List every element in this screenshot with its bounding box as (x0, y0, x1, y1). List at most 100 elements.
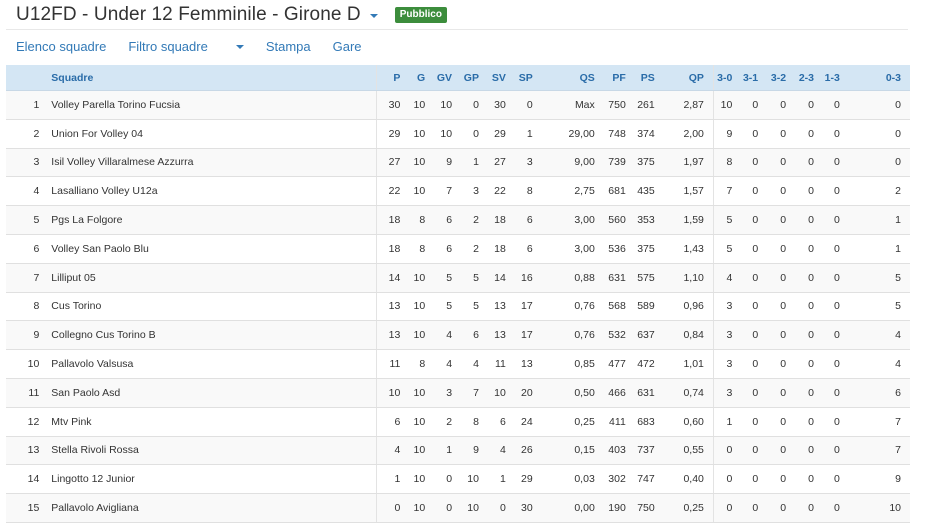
stat-cell: 2,87 (663, 90, 714, 120)
stat-cell: 737 (634, 436, 664, 466)
stat-cell: 0 (795, 205, 823, 235)
stat-cell: 0,85 (541, 349, 604, 379)
stat-cell: 0,25 (541, 407, 604, 437)
stat-cell: 0,76 (541, 292, 604, 322)
stat-cell: 0 (823, 148, 849, 178)
stat-cell: 4 (461, 349, 488, 379)
team-name-cell[interactable]: Union For Volley 04 (45, 119, 377, 149)
stat-cell: 4 (848, 349, 910, 379)
stat-cell: 0 (795, 292, 823, 322)
stat-cell: 6 (434, 234, 462, 264)
team-name-cell[interactable]: Mtv Pink (45, 407, 377, 437)
stat-cell: 0 (741, 263, 768, 293)
title-chevron-down-icon[interactable] (369, 14, 378, 18)
stat-cell: 353 (634, 205, 664, 235)
team-name-cell[interactable]: Lasalliano Volley U12a (45, 176, 377, 207)
nav-link-elenco-squadre[interactable]: Elenco squadre (16, 39, 106, 54)
stat-cell: 1 (848, 205, 910, 235)
column-header-rank (6, 65, 46, 91)
team-name-cell[interactable]: Volley San Paolo Blu (45, 234, 377, 264)
rank-cell: 6 (6, 234, 46, 264)
stat-cell: 0 (823, 436, 849, 466)
team-name-cell[interactable]: Lilliput 05 (45, 263, 377, 293)
stat-cell: 0 (741, 436, 768, 466)
stat-cell: 11 (375, 349, 410, 379)
nav-link-stampa[interactable]: Stampa (266, 39, 311, 54)
stat-cell: 24 (514, 407, 542, 437)
team-name-cell[interactable]: Lingotto 12 Junior (45, 464, 377, 495)
stat-cell: 30 (375, 90, 410, 120)
table-row[interactable]: 2 Union For Volley 04 29 10 10 0 29 1 29,00 748 37… (6, 119, 910, 149)
table-row[interactable]: 3 Isil Volley Villaralmese Azzurra 27 10 9 1 2… (6, 148, 910, 178)
stat-cell: 13 (375, 292, 410, 322)
stat-cell: 3 (712, 378, 742, 408)
column-header-p: P (375, 65, 410, 91)
stat-cell: 22 (487, 176, 515, 207)
table-row[interactable]: 1 Volley Parella Torino Fucsia 30 10 10 0 30 0 M… (6, 90, 910, 120)
team-name-cell[interactable]: Volley Parella Torino Fucsia (45, 90, 377, 120)
standings-table-wrapper: Squadre P G GV GP SV SP QS PF PS QP 3-0 3-1 3-2 2-3 1-3… (6, 65, 910, 523)
stat-cell: 10 (461, 464, 488, 495)
stat-cell: 4 (848, 320, 910, 351)
rank-cell: 7 (6, 263, 46, 293)
stat-cell: 10 (409, 378, 435, 408)
team-name-cell[interactable]: San Paolo Asd (45, 378, 377, 408)
stat-cell: 375 (634, 234, 664, 264)
team-name-cell[interactable]: Cus Torino (45, 292, 377, 322)
nav-link-gare[interactable]: Gare (333, 39, 362, 54)
team-name-cell[interactable]: Stella Rivoli Rossa (45, 436, 377, 466)
stat-cell: 0 (823, 320, 849, 351)
column-header-gv: GV (434, 65, 462, 91)
table-body: 1 Volley Parella Torino Fucsia 30 10 10 0 30 0 M… (6, 90, 910, 523)
table-row[interactable]: 13 Stella Rivoli Rossa 4 10 1 9 4 26 0,15 403 737 0… (6, 436, 910, 466)
table-row[interactable]: 10 Pallavolo Valsusa 11 8 4 4 11 13 0,85 477 472 1,… (6, 349, 910, 379)
table-row[interactable]: 9 Collegno Cus Torino B 13 10 4 6 13 17 0,76 532 6… (6, 320, 910, 351)
nav-bar: Elenco squadre Filtro squadre Stampa Gar… (16, 39, 384, 54)
stat-cell: 22 (375, 176, 410, 207)
table-header-row: Squadre P G GV GP SV SP QS PF PS QP 3-0 3-1 3-2 2-3 1-3… (6, 65, 910, 91)
stat-cell: 0 (712, 464, 742, 495)
stat-cell: 6 (375, 407, 410, 437)
stat-cell: 3 (712, 292, 742, 322)
stat-cell: 0 (375, 493, 410, 523)
stat-cell: 0 (741, 407, 768, 437)
stat-cell: 13 (487, 292, 515, 322)
stat-cell: 681 (603, 176, 635, 207)
table-row[interactable]: 7 Lilliput 05 14 10 5 5 14 16 0,88 631 575 1,10 4 0 0 0… (6, 263, 910, 293)
stat-cell: 5 (434, 263, 462, 293)
stat-cell: 9 (461, 436, 488, 466)
team-name-cell[interactable]: Isil Volley Villaralmese Azzurra (45, 148, 377, 178)
table-row[interactable]: 5 Pgs La Folgore 18 8 6 2 18 6 3,00 560 353 1,59 5 0 0… (6, 205, 910, 235)
stat-cell: 3,00 (541, 205, 604, 235)
stat-cell: 748 (603, 119, 635, 149)
stat-cell: 10 (409, 292, 435, 322)
stat-cell: 0,60 (663, 407, 714, 437)
table-row[interactable]: 4 Lasalliano Volley U12a 22 10 7 3 22 8 2,75 681 4… (6, 176, 910, 207)
table-row[interactable]: 12 Mtv Pink 6 10 2 8 6 24 0,25 411 683 0,60 1 0 0 0 0 7 (6, 407, 910, 437)
rank-cell: 13 (6, 436, 46, 466)
stat-cell: 0,40 (663, 464, 714, 495)
stat-cell: 2 (848, 176, 910, 207)
stat-cell: 5 (434, 292, 462, 322)
team-name-cell[interactable]: Pallavolo Avigliana (45, 493, 377, 523)
table-row[interactable]: 6 Volley San Paolo Blu 18 8 6 2 18 6 3,00 536 375 1… (6, 234, 910, 264)
stat-cell: 9 (848, 464, 910, 495)
stat-cell: 29 (375, 119, 410, 149)
stat-cell: 0 (823, 493, 849, 523)
stat-cell: 9 (434, 148, 462, 178)
table-row[interactable]: 14 Lingotto 12 Junior 1 10 0 10 1 29 0,03 302 747 0… (6, 464, 910, 495)
stat-cell: 10 (409, 119, 435, 149)
table-row[interactable]: 11 San Paolo Asd 10 10 3 7 10 20 0,50 466 631 0,74 3… (6, 378, 910, 408)
stat-cell: 0 (823, 292, 849, 322)
nav-dropdown-filtro-squadre[interactable]: Filtro squadre (128, 39, 244, 54)
stat-cell: 2 (461, 205, 488, 235)
team-name-cell[interactable]: Collegno Cus Torino B (45, 320, 377, 351)
team-name-cell[interactable]: Pgs La Folgore (45, 205, 377, 235)
column-header-squadre[interactable]: Squadre (45, 65, 377, 91)
team-name-cell[interactable]: Pallavolo Valsusa (45, 349, 377, 379)
stat-cell: 472 (634, 349, 664, 379)
stat-cell: 10 (848, 493, 910, 523)
stat-cell: 11 (487, 349, 515, 379)
table-row[interactable]: 15 Pallavolo Avigliana 0 10 0 10 0 30 0,00 190 750… (6, 493, 910, 523)
table-row[interactable]: 8 Cus Torino 13 10 5 5 13 17 0,76 568 589 0,96 3 0 0 0 0… (6, 292, 910, 322)
